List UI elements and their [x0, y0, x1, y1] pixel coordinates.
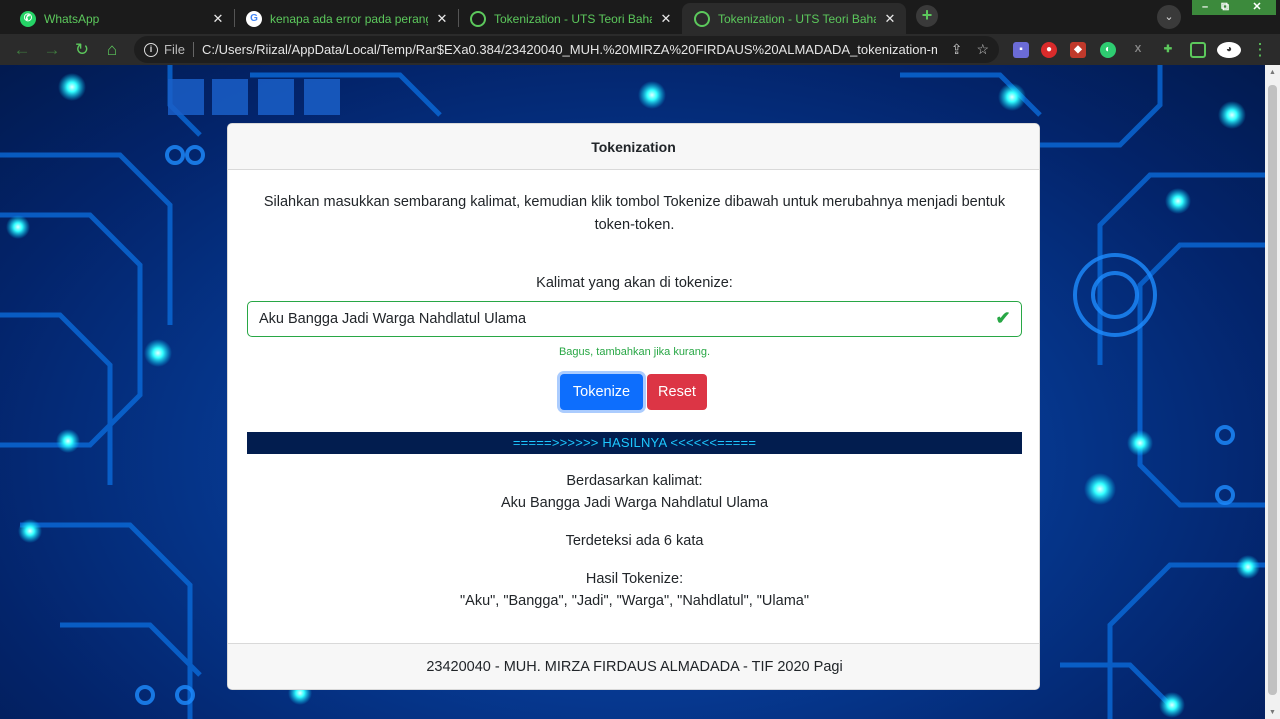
- input-label: Kalimat yang akan di tokenize:: [536, 275, 733, 291]
- globe-icon: [694, 10, 710, 27]
- tab-search-button[interactable]: ⌄: [1157, 5, 1181, 29]
- tab-title: Tokenization - UTS Teori Bahasa dan: [494, 11, 652, 26]
- close-icon[interactable]: ✕: [210, 11, 226, 27]
- tab-title: WhatsApp: [44, 11, 100, 26]
- menu-kebab-icon[interactable]: ⋮: [1248, 38, 1272, 62]
- adblock-extension-icon[interactable]: ●: [1041, 42, 1057, 58]
- back-icon[interactable]: ←: [10, 38, 34, 62]
- tab-title: Tokenization - UTS Teori Bahasa dan: [718, 11, 876, 26]
- forward-icon[interactable]: →: [40, 38, 64, 62]
- google-icon: G: [246, 10, 262, 27]
- tab-title: kenapa ada error pada perangkat: [270, 11, 428, 26]
- side-panel-icon[interactable]: [1190, 42, 1206, 58]
- reset-button[interactable]: Reset: [647, 374, 707, 410]
- page-scrollbar[interactable]: ▲ ▼: [1265, 65, 1280, 719]
- word-count: Terdeteksi ada 6 kata: [565, 533, 704, 549]
- result-header: =====>>>>>> HASILNYA <<<<<<=====: [247, 432, 1022, 454]
- intro-text: Silahkan masukkan sembarang kalimat, kem…: [263, 194, 1006, 233]
- profile-avatar[interactable]: ◕: [1217, 42, 1241, 58]
- reload-icon[interactable]: ↻: [70, 38, 94, 62]
- sentence-input-value: Aku Bangga Jadi Warga Nahdlatul Ulama: [259, 311, 527, 327]
- tab-google-search[interactable]: G kenapa ada error pada perangkat ✕: [234, 3, 458, 34]
- card-body: Silahkan masukkan sembarang kalimat, kem…: [228, 170, 1039, 644]
- browser-tabstrip: ✆ WhatsApp ✕ G kenapa ada error pada per…: [0, 0, 1280, 34]
- tab-tokenization-active[interactable]: Tokenization - UTS Teori Bahasa dan ✕: [682, 3, 906, 34]
- address-bar[interactable]: i File C:/Users/Riizal/AppData/Local/Tem…: [134, 36, 999, 63]
- extension-icon[interactable]: X: [1130, 42, 1146, 58]
- url-text[interactable]: C:/Users/Riizal/AppData/Local/Temp/Rar$E…: [202, 42, 937, 57]
- scroll-up-icon[interactable]: ▲: [1268, 69, 1277, 77]
- scrollbar-thumb[interactable]: [1268, 85, 1277, 695]
- tokenization-card: Tokenization Silahkan masukkan sembarang…: [227, 123, 1040, 690]
- extension-icon[interactable]: ◆: [1070, 42, 1086, 58]
- maximize-button[interactable]: ⧉: [1212, 0, 1238, 15]
- browser-toolbar: ← → ↻ ⌂ i File C:/Users/Riizal/AppData/L…: [0, 34, 1280, 65]
- close-icon[interactable]: ✕: [882, 11, 898, 27]
- card-footer: 23420040 - MUH. MIRZA FIRDAUS ALMADADA -…: [228, 643, 1039, 689]
- home-icon[interactable]: ⌂: [100, 38, 124, 62]
- tokens-label: Hasil Tokenize:: [585, 571, 684, 587]
- tokenize-button[interactable]: Tokenize: [560, 374, 643, 410]
- globe-icon: [470, 10, 486, 27]
- site-info-icon[interactable]: i: [144, 42, 158, 57]
- tab-whatsapp[interactable]: ✆ WhatsApp ✕: [8, 3, 234, 34]
- new-tab-button[interactable]: +: [916, 5, 938, 27]
- close-icon[interactable]: ✕: [658, 11, 674, 27]
- extension-icon[interactable]: ◐: [1100, 42, 1116, 58]
- scroll-down-icon[interactable]: ▼: [1268, 709, 1277, 717]
- tokens-output: "Aku", "Bangga", "Jadi", "Warga", "Nahdl…: [460, 593, 809, 609]
- puzzle-extensions-icon[interactable]: ✚: [1160, 42, 1176, 58]
- tab-tokenization-1[interactable]: Tokenization - UTS Teori Bahasa dan ✕: [458, 3, 682, 34]
- window-close-button[interactable]: ✕: [1238, 0, 1276, 15]
- valid-feedback: Bagus, tambahkan jika kurang.: [558, 346, 711, 358]
- close-icon[interactable]: ✕: [434, 11, 450, 27]
- result-sentence: Aku Bangga Jadi Warga Nahdlatul Ulama: [500, 495, 769, 511]
- sentence-input[interactable]: Aku Bangga Jadi Warga Nahdlatul Ulama ✔: [247, 301, 1022, 337]
- card-title: Tokenization: [228, 124, 1039, 170]
- extension-icon[interactable]: ▪: [1013, 42, 1029, 58]
- bookmark-star-icon[interactable]: ☆: [976, 41, 989, 58]
- url-scheme: File: [164, 42, 194, 57]
- page-viewport: Tokenization Silahkan masukkan sembarang…: [0, 65, 1265, 719]
- based-on-label: Berdasarkan kalimat:: [566, 473, 703, 489]
- checkmark-icon: ✔: [995, 308, 1011, 328]
- whatsapp-icon: ✆: [20, 10, 36, 27]
- share-icon[interactable]: ⇪: [951, 41, 963, 58]
